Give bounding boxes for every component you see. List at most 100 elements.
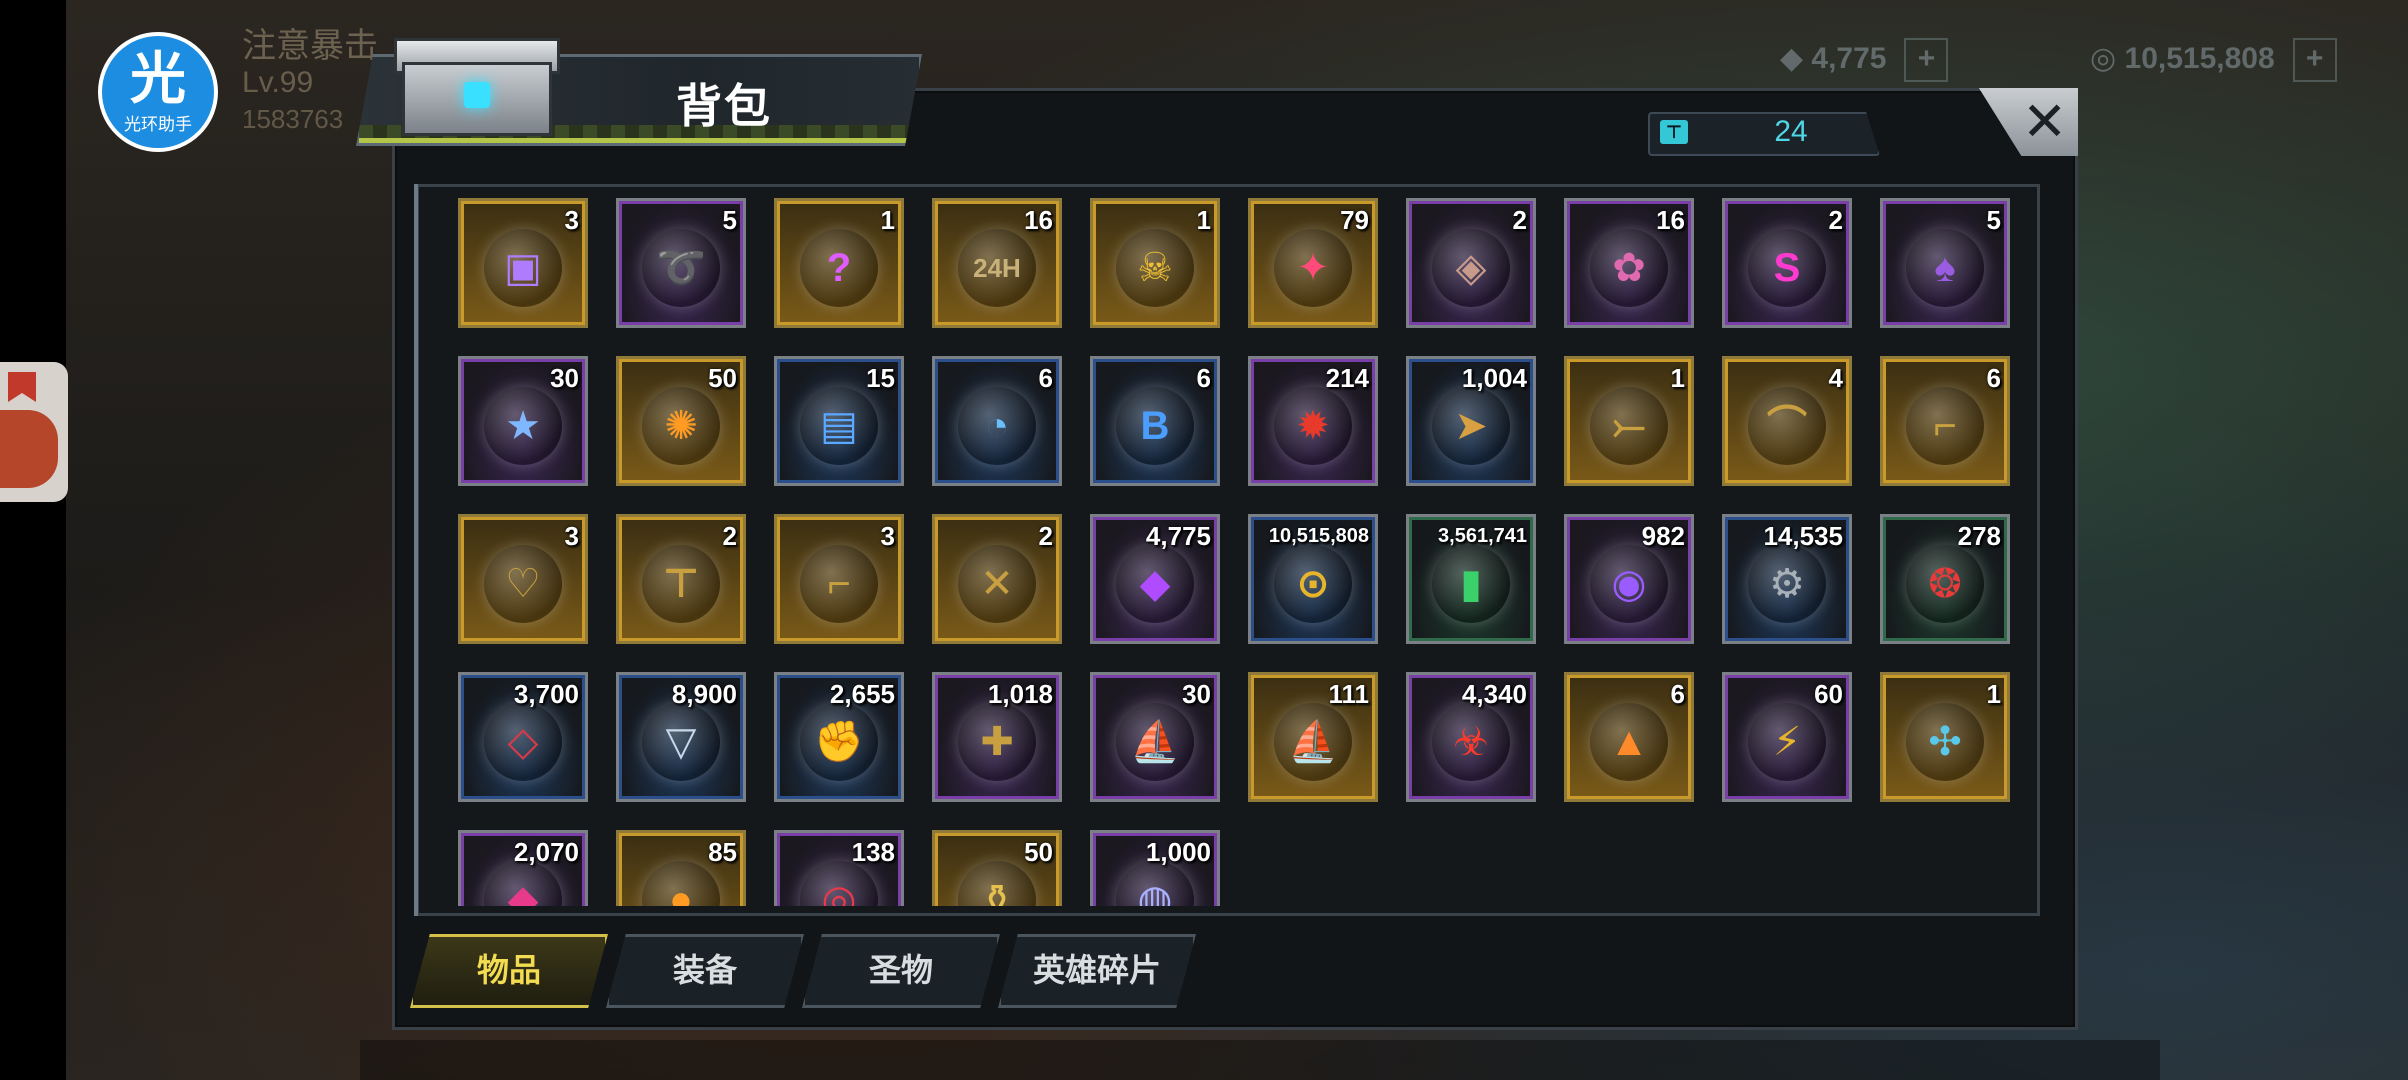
item-slot[interactable]: B6 — [1090, 356, 1220, 486]
item-slot[interactable]: ⛵ 111 — [1248, 672, 1378, 802]
item-slot[interactable]: ◉ 982 — [1564, 514, 1694, 644]
item-quantity: 6 — [1196, 363, 1211, 393]
item-quantity: 1,004 — [1461, 363, 1527, 393]
item-slot[interactable]: ◆ 2,070 — [458, 830, 588, 906]
item-quantity: 3 — [564, 205, 579, 235]
scrollbar-track[interactable] — [414, 184, 418, 916]
capacity-value: 24 — [1774, 115, 1808, 148]
item-slot[interactable]: ⚱ 50 — [932, 830, 1062, 906]
item-quantity: 4 — [1828, 363, 1843, 393]
item-quantity: 982 — [1641, 521, 1685, 551]
side-floating-tab[interactable] — [0, 362, 68, 502]
tab-relics[interactable]: 圣物 — [802, 934, 1000, 1008]
item-quantity: 138 — [851, 837, 895, 867]
item-quantity: 278 — [1957, 521, 2001, 551]
item-quantity: 6 — [1038, 363, 1053, 393]
item-slot[interactable]: ● 85 — [616, 830, 746, 906]
item-quantity: 30 — [550, 363, 579, 393]
close-icon[interactable]: ✕ — [2022, 92, 2067, 152]
tab-equipment[interactable]: 装备 — [606, 934, 804, 1008]
item-quantity: 6 — [1986, 363, 2001, 393]
item-grid[interactable]: ▣ 3 ➰ 5? 1 24H 16 ☠ 1 ✦ 79 ◈ 2 ✿ 16 S 2 ♠ 5 ★ 30 ✺ 50 ▤ 15 ◔ 6 B 6 ✹ 2… — [430, 196, 2028, 906]
item-quantity: 50 — [708, 363, 737, 393]
film-reel-icon: ✿ — [1590, 229, 1668, 307]
item-slot[interactable]: ♠ 5 — [1880, 198, 2010, 328]
item-slot[interactable]: ◎ 138 — [774, 830, 904, 906]
purple-orb-icon: ◉ — [1590, 545, 1668, 623]
storage-icon: ⊤ — [1660, 120, 1688, 144]
item-slot[interactable]: ▣ 3 — [458, 198, 588, 328]
item-slot[interactable]: ✿ 16 — [1564, 198, 1694, 328]
item-slot[interactable]: ☠ 1 — [1090, 198, 1220, 328]
tab-items[interactable]: 物品 — [410, 934, 608, 1008]
item-quantity: 15 — [866, 363, 895, 393]
item-quantity: 5 — [1986, 205, 2001, 235]
item-quantity: 30 — [1182, 679, 1211, 709]
item-slot[interactable]: ▲ 6 — [1564, 672, 1694, 802]
item-slot[interactable]: ⚙ 14,535 — [1722, 514, 1852, 644]
bullet-icon: ➤ — [1432, 387, 1510, 465]
item-slot[interactable]: ❂ 278 — [1880, 514, 2010, 644]
item-quantity: 2,655 — [829, 679, 895, 709]
item-slot[interactable]: ◆ 4,775 — [1090, 514, 1220, 644]
chat-bar-background — [360, 1040, 2160, 1080]
helper-app-badge[interactable]: 光 光环助手 — [98, 32, 218, 152]
item-slot[interactable]: ⌒ 4 — [1722, 356, 1852, 486]
item-slot[interactable]: ⚡ 60 — [1722, 672, 1852, 802]
item-quantity: 10,515,808 — [1268, 525, 1369, 547]
item-slot[interactable]: ⤚ 1 — [1564, 356, 1694, 486]
boat-token-icon: ⛵ — [1116, 703, 1194, 781]
sword-card-icon: ✕ — [958, 545, 1036, 623]
screen-letterbox — [0, 0, 66, 1080]
item-slot[interactable]: ✊ 2,655 — [774, 672, 904, 802]
item-slot[interactable]: 24H 16 — [932, 198, 1062, 328]
item-quantity: 3 — [880, 521, 895, 551]
triangle-shard-icon: ▽ — [642, 703, 720, 781]
item-slot[interactable]: ✣ 1 — [1880, 672, 2010, 802]
gold-coins-icon: ⊙ — [1274, 545, 1352, 623]
item-slot[interactable]: ⌐ 6 — [1880, 356, 2010, 486]
item-slot[interactable]: ✚ 1,018 — [932, 672, 1062, 802]
item-slot[interactable]: ♡ 3 — [458, 514, 588, 644]
item-slot[interactable]: ⊤ 2 — [616, 514, 746, 644]
item-slot[interactable]: ★ 30 — [458, 356, 588, 486]
item-slot[interactable]: ⛵ 30 — [1090, 672, 1220, 802]
police-badge-icon: ★ — [484, 387, 562, 465]
item-quantity: 8,900 — [671, 679, 737, 709]
red-link-badge-icon: ❂ — [1906, 545, 1984, 623]
item-quantity: 14,535 — [1763, 521, 1843, 551]
item-quantity: 50 — [1024, 837, 1053, 867]
gem-cart-icon: ? — [800, 229, 878, 307]
item-slot[interactable]: ☣ 4,340 — [1406, 672, 1536, 802]
item-quantity: 2 — [722, 521, 737, 551]
item-slot[interactable]: ✺ 50 — [616, 356, 746, 486]
item-slot[interactable]: ▤ 15 — [774, 356, 904, 486]
item-slot[interactable]: ? 1 — [774, 198, 904, 328]
item-slot[interactable]: ◍ 1,000 — [1090, 830, 1220, 906]
helper-badge-label: 光环助手 — [124, 115, 192, 134]
item-slot[interactable]: ▮ 3,561,741 — [1406, 514, 1536, 644]
item-quantity: 1,000 — [1145, 837, 1211, 867]
item-slot[interactable]: ✦ 79 — [1248, 198, 1378, 328]
item-slot[interactable]: ▽ 8,900 — [616, 672, 746, 802]
item-slot[interactable]: ✕ 2 — [932, 514, 1062, 644]
item-slot[interactable]: ⌐ 3 — [774, 514, 904, 644]
item-slot[interactable]: ➰ 5 — [616, 198, 746, 328]
cube-frame-icon: ◈ — [1432, 229, 1510, 307]
item-slot[interactable]: ⊙ 10,515,808 — [1248, 514, 1378, 644]
item-slot[interactable]: S2 — [1722, 198, 1852, 328]
item-slot[interactable]: ➤ 1,004 — [1406, 356, 1536, 486]
boot-card-icon: ⌐ — [1906, 387, 1984, 465]
b-cap-icon: B — [1116, 387, 1194, 465]
add-gems-button[interactable]: + — [1904, 38, 1949, 82]
biohazard-crystal-icon: ☣ — [1432, 703, 1510, 781]
add-coins-button[interactable]: + — [2292, 38, 2337, 82]
item-slot[interactable]: ◇ 3,700 — [458, 672, 588, 802]
item-slot[interactable]: ◈ 2 — [1406, 198, 1536, 328]
item-quantity: 1 — [880, 205, 895, 235]
item-slot[interactable]: ◔ 6 — [932, 356, 1062, 486]
item-slot[interactable]: ✹ 214 — [1248, 356, 1378, 486]
tab-hero-shards[interactable]: 英雄碎片 — [998, 934, 1196, 1008]
red-chip-icon: ✹ — [1274, 387, 1352, 465]
purple-gem-icon: ◆ — [1116, 545, 1194, 623]
